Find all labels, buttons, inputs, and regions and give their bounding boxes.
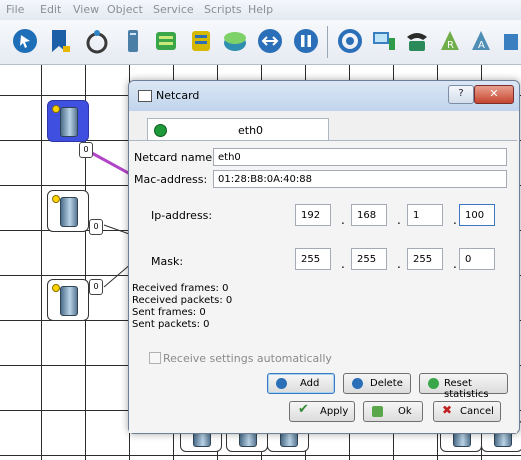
more-tools-icon[interactable] [502, 26, 521, 56]
svg-text:R: R [447, 40, 454, 51]
computer-icon [60, 197, 78, 227]
cable-icon[interactable] [84, 26, 110, 56]
mask-label: Mask: [151, 255, 184, 268]
status-dot [52, 195, 60, 203]
menu-object[interactable]: Object [107, 3, 143, 16]
mask-octet-2[interactable] [351, 248, 387, 270]
received-frames: Received frames: 0 [132, 283, 229, 294]
checkmark-icon: ✔ [298, 402, 309, 417]
receive-auto-checkbox[interactable] [149, 352, 161, 364]
reset-statistics-button[interactable]: Reset statistics [419, 373, 508, 400]
cancel-button[interactable]: ✖ Cancel [433, 401, 501, 422]
port-label[interactable]: 0 [89, 219, 103, 235]
help-button[interactable]: ? [448, 85, 474, 104]
ip-octet-2[interactable] [351, 204, 387, 226]
workstation-icon[interactable] [371, 26, 397, 56]
reset-icon [428, 378, 439, 389]
received-packets: Received packets: 0 [132, 295, 233, 306]
cancel-x-icon: ✖ [442, 403, 453, 417]
router-a-icon[interactable]: A [468, 26, 494, 56]
netcard-panel: Netcard name: Mac-address: Ip-address: .… [129, 140, 517, 433]
receive-auto-label: Receive settings automatically [163, 352, 332, 365]
ip-octet-1[interactable] [295, 204, 331, 226]
router-icon[interactable] [222, 26, 248, 56]
close-button[interactable]: ✕ [474, 85, 514, 104]
tab-eth0[interactable]: eth0 [147, 118, 329, 141]
mask-dot: . [341, 257, 345, 271]
delete-button[interactable]: Delete [343, 373, 411, 394]
svg-text:A: A [478, 40, 485, 51]
reset-statistics-label: Reset statistics [444, 378, 489, 400]
menu-scripts[interactable]: Scripts [204, 3, 242, 16]
ip-octet-4[interactable] [459, 204, 495, 226]
mac-address-label: Mac-address: [134, 173, 208, 186]
status-ok-icon [154, 124, 167, 137]
menu-bar: File Edit View Object Service Scripts He… [0, 0, 521, 21]
router-r-icon[interactable]: R [437, 26, 463, 56]
pointer-icon[interactable] [12, 26, 38, 56]
toolbar: R A [0, 20, 521, 65]
hub-icon[interactable] [153, 26, 179, 56]
pause-icon[interactable] [293, 26, 319, 56]
port-label[interactable]: 0 [79, 142, 93, 158]
ok-button-label: Ok [398, 406, 412, 417]
dialog-titlebar[interactable]: Netcard ? ✕ [129, 81, 519, 111]
window-icon [138, 90, 152, 102]
cancel-button-label: Cancel [460, 406, 494, 417]
delete-icon [352, 378, 363, 389]
sent-packets: Sent packets: 0 [132, 319, 210, 330]
dialog-title: Netcard [156, 89, 200, 102]
ok-icon [372, 406, 383, 417]
ip-address-label: Ip-address: [151, 209, 213, 222]
mask-octet-3[interactable] [407, 248, 443, 270]
netcard-dialog: Netcard ? ✕ eth0 Netcard name: Mac-addre… [128, 80, 520, 434]
computer-node[interactable] [47, 190, 89, 232]
menu-help[interactable]: Help [248, 3, 273, 16]
mac-address-field[interactable] [213, 170, 507, 188]
status-dot [52, 105, 60, 113]
netcard-name-field[interactable] [213, 148, 507, 166]
add-button[interactable]: Add [267, 373, 335, 394]
computer-node[interactable] [47, 279, 89, 321]
menu-file[interactable]: File [6, 3, 24, 16]
sent-frames: Sent frames: 0 [132, 307, 206, 318]
ok-button[interactable]: Ok [363, 401, 423, 422]
bookmark-icon[interactable] [46, 26, 72, 56]
phone-icon[interactable] [404, 26, 430, 56]
connect-icon[interactable] [257, 26, 283, 56]
add-button-label: Add [300, 378, 320, 389]
apply-button-label: Apply [320, 406, 349, 417]
add-icon [276, 378, 287, 389]
ip-dot: . [341, 213, 345, 227]
menu-service[interactable]: Service [153, 3, 194, 16]
port-label[interactable]: 0 [89, 279, 103, 295]
netcard-name-label: Netcard name: [134, 151, 216, 164]
network-link[interactable] [89, 150, 133, 177]
menu-edit[interactable]: Edit [40, 3, 61, 16]
ip-dot: . [397, 213, 401, 227]
ip-octet-3[interactable] [407, 204, 443, 226]
computer-icon[interactable] [120, 26, 146, 56]
toolbar-separator [327, 26, 328, 58]
settings-icon[interactable] [337, 26, 363, 56]
computer-icon [60, 107, 78, 137]
apply-button[interactable]: ✔ Apply [289, 401, 355, 422]
computer-icon [60, 286, 78, 316]
delete-button-label: Delete [370, 378, 403, 389]
tab-label: eth0 [238, 124, 264, 137]
computer-node-selected[interactable] [47, 100, 89, 142]
menu-view[interactable]: View [73, 3, 99, 16]
status-dot [52, 284, 60, 292]
switch-icon[interactable] [188, 26, 214, 56]
ip-dot: . [453, 213, 457, 227]
mask-dot: . [453, 257, 457, 271]
mask-octet-4[interactable] [459, 248, 495, 270]
mask-octet-1[interactable] [295, 248, 331, 270]
mask-dot: . [397, 257, 401, 271]
